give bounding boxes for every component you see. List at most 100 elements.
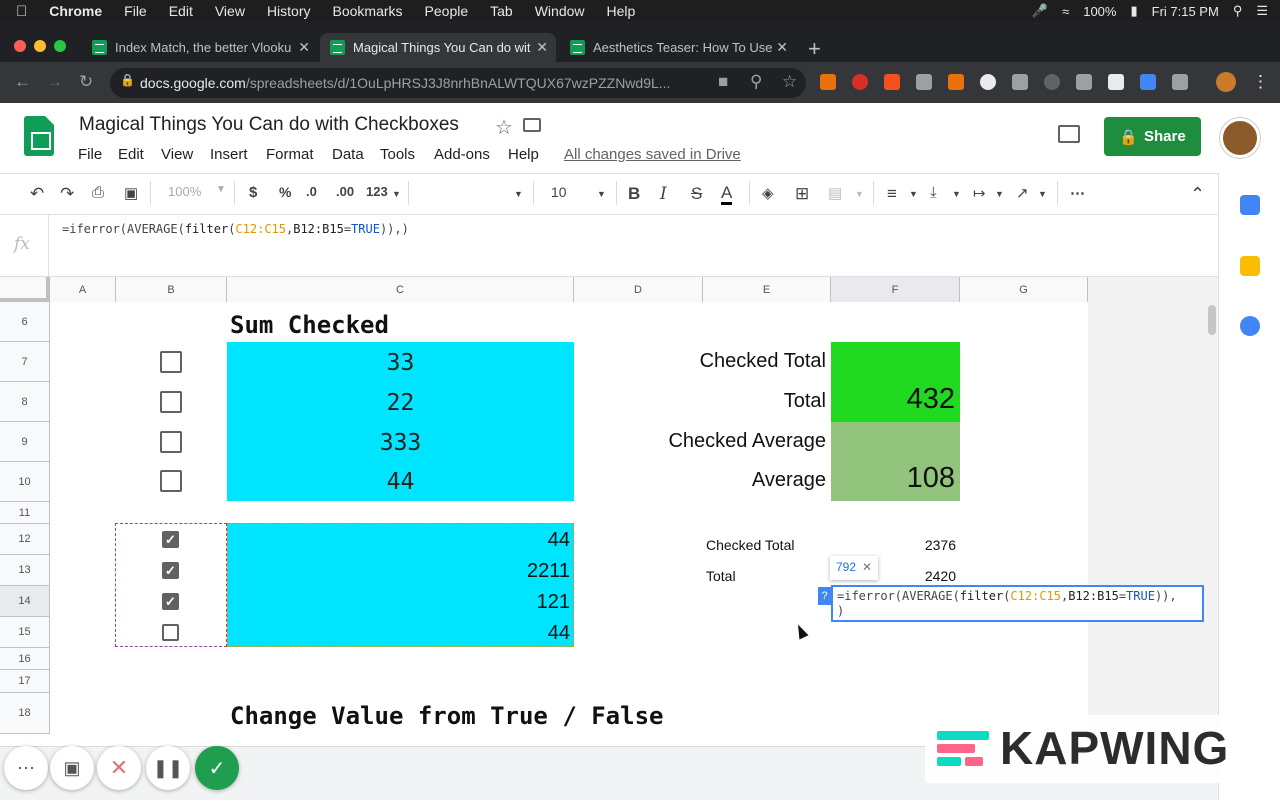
- close-tab-icon[interactable]: ✕: [536, 39, 548, 56]
- cell-value[interactable]: 44: [230, 529, 570, 552]
- bookmark-star-icon[interactable]: ☆: [782, 72, 797, 92]
- extension-icon[interactable]: [916, 74, 932, 90]
- microphone-icon[interactable]: 🎤: [1032, 3, 1048, 19]
- currency-format-button[interactable]: $: [249, 184, 257, 201]
- maximize-window-button[interactable]: [54, 40, 66, 52]
- extension-icon[interactable]: [884, 74, 900, 90]
- spotlight-search-icon[interactable]: ⚲: [1233, 3, 1243, 19]
- menubar-help[interactable]: Help: [607, 3, 636, 19]
- row-header[interactable]: 11: [0, 502, 50, 524]
- battery-icon[interactable]: ▮: [1130, 3, 1137, 19]
- extension-icon[interactable]: [1108, 74, 1124, 90]
- menu-edit[interactable]: Edit: [118, 146, 144, 163]
- cell-value[interactable]: 121: [230, 591, 570, 614]
- column-header[interactable]: D: [574, 277, 703, 302]
- chevron-down-icon[interactable]: ▼: [597, 189, 606, 199]
- menubar-view[interactable]: View: [215, 3, 245, 19]
- checkbox-unchecked[interactable]: [162, 624, 179, 641]
- row-header[interactable]: 15: [0, 617, 50, 648]
- cancel-recording-icon[interactable]: ✕: [97, 746, 141, 790]
- close-tab-icon[interactable]: ✕: [298, 39, 310, 56]
- checkbox-unchecked[interactable]: [160, 391, 182, 413]
- decrease-decimal-button[interactable]: .0: [306, 184, 317, 199]
- menubar-tab[interactable]: Tab: [490, 3, 513, 19]
- menubar-app-name[interactable]: Chrome: [49, 3, 102, 19]
- menu-tools[interactable]: Tools: [380, 146, 415, 163]
- row-header[interactable]: 10: [0, 462, 50, 502]
- confirm-check-icon[interactable]: ✓: [195, 746, 239, 790]
- menu-help[interactable]: Help: [508, 146, 539, 163]
- forward-arrow-icon[interactable]: →: [46, 72, 63, 92]
- menu-view[interactable]: View: [161, 146, 193, 163]
- camera-toggle-icon[interactable]: ▣: [50, 746, 94, 790]
- bold-button[interactable]: B: [628, 184, 640, 204]
- collapse-menus-icon[interactable]: ⌃: [1190, 184, 1205, 205]
- pause-icon[interactable]: ❚❚: [146, 746, 190, 790]
- redo-icon[interactable]: ↷: [60, 184, 74, 204]
- close-tab-icon[interactable]: ✕: [776, 39, 788, 56]
- extension-icon[interactable]: [980, 74, 996, 90]
- summary-label[interactable]: Checked Average: [600, 430, 826, 453]
- lock-icon[interactable]: 🔒: [120, 73, 135, 87]
- account-avatar[interactable]: [1220, 118, 1260, 158]
- chevron-down-icon[interactable]: ▼: [392, 189, 401, 199]
- column-header[interactable]: G: [960, 277, 1088, 302]
- menubar-window[interactable]: Window: [535, 3, 585, 19]
- more-formats-button[interactable]: 123: [366, 184, 388, 199]
- column-header[interactable]: F: [831, 277, 960, 302]
- extension-icon[interactable]: [1044, 74, 1060, 90]
- increase-decimal-button[interactable]: .00: [336, 184, 354, 199]
- document-title[interactable]: Magical Things You Can do with Checkboxe…: [79, 114, 459, 136]
- minimize-window-button[interactable]: [34, 40, 46, 52]
- text-color-button[interactable]: A: [721, 184, 733, 205]
- cell-formula-editor[interactable]: =iferror(AVERAGE(filter(C12:C15,B12:B15=…: [831, 585, 1204, 622]
- horizontal-align-icon[interactable]: ≡: [887, 184, 897, 204]
- row-header[interactable]: 8: [0, 382, 50, 422]
- more-options-icon[interactable]: ⋯: [1070, 184, 1085, 202]
- undo-icon[interactable]: ↶: [30, 184, 44, 204]
- vertical-scrollbar[interactable]: [1208, 305, 1216, 335]
- profile-avatar[interactable]: [1216, 72, 1236, 92]
- row-header[interactable]: 14: [0, 586, 50, 617]
- checkbox-unchecked[interactable]: [160, 351, 182, 373]
- text-wrap-icon[interactable]: ↦: [973, 184, 986, 202]
- tasks-icon[interactable]: [1240, 316, 1260, 336]
- extension-icon[interactable]: [1172, 74, 1188, 90]
- more-vert-icon[interactable]: ⋮: [1252, 72, 1269, 92]
- menu-format[interactable]: Format: [266, 146, 314, 163]
- italic-button[interactable]: I: [660, 184, 667, 204]
- apple-icon[interactable]: : [16, 3, 27, 20]
- vertical-align-icon[interactable]: ⤓: [930, 184, 937, 201]
- save-status-link[interactable]: All changes saved in Drive: [564, 146, 741, 163]
- formula-result-preview[interactable]: 792 ✕: [830, 556, 878, 580]
- checkbox-checked[interactable]: ✓: [162, 531, 179, 548]
- strikethrough-button[interactable]: S: [691, 184, 702, 204]
- checkbox-unchecked[interactable]: [160, 470, 182, 492]
- zoom-select[interactable]: 100%: [168, 184, 201, 199]
- menu-list-icon[interactable]: ☰: [1256, 3, 1268, 19]
- menubar-people[interactable]: People: [425, 3, 469, 19]
- column-header[interactable]: C: [227, 277, 574, 302]
- checkbox-checked[interactable]: ✓: [162, 562, 179, 579]
- chevron-down-icon[interactable]: ▼: [909, 189, 918, 199]
- row-header[interactable]: 17: [0, 670, 50, 693]
- small-summary-label[interactable]: Checked Total: [706, 537, 794, 553]
- extension-icon[interactable]: [1012, 74, 1028, 90]
- merge-cells-icon[interactable]: ▤: [828, 184, 842, 202]
- battery-percent[interactable]: 100%: [1083, 4, 1116, 19]
- comments-icon[interactable]: [1058, 125, 1080, 143]
- cell-value[interactable]: 44: [227, 469, 574, 495]
- cell-value[interactable]: 33: [227, 350, 574, 376]
- chevron-down-icon[interactable]: ▼: [1038, 189, 1047, 199]
- chevron-down-icon[interactable]: ▼: [855, 189, 864, 199]
- star-icon[interactable]: ☆: [495, 115, 513, 140]
- row-header[interactable]: 12: [0, 524, 50, 555]
- column-header[interactable]: A: [50, 277, 116, 302]
- text-rotation-icon[interactable]: ↗: [1016, 184, 1029, 202]
- chevron-down-icon[interactable]: ▼: [995, 189, 1004, 199]
- select-all-corner[interactable]: [0, 277, 50, 302]
- extension-icon[interactable]: [1140, 74, 1156, 90]
- formula-input[interactable]: =iferror(AVERAGE(filter(C12:C15,B12:B15=…: [62, 222, 409, 236]
- menubar-bookmarks[interactable]: Bookmarks: [333, 3, 403, 19]
- cell-value[interactable]: 44: [230, 622, 570, 645]
